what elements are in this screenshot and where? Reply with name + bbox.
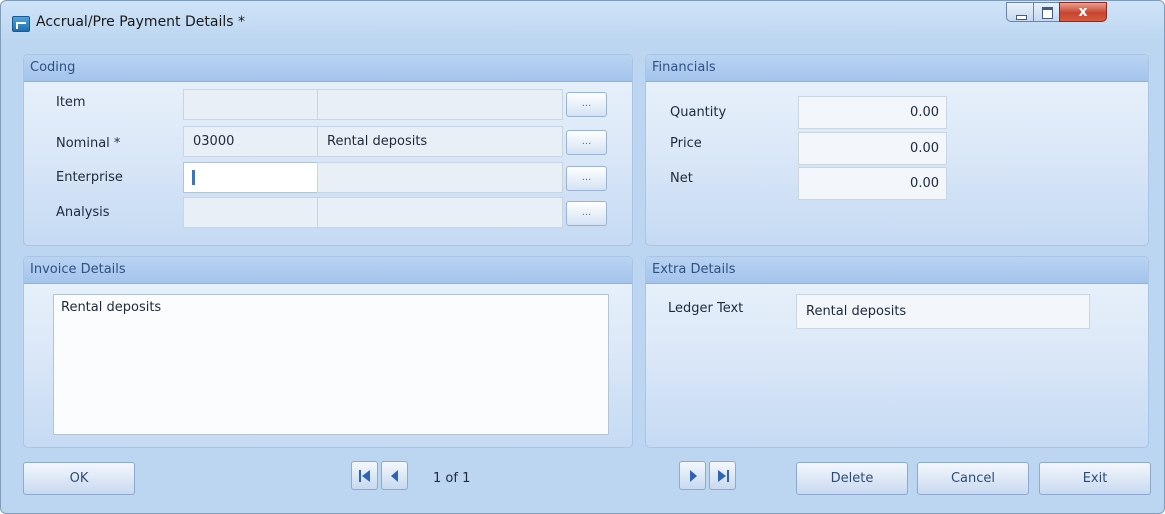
exit-button[interactable]: Exit (1039, 462, 1151, 495)
item-description-field (317, 89, 563, 120)
coding-header: Coding (24, 55, 632, 82)
analysis-code-field[interactable] (183, 197, 318, 228)
invoice-details-panel: Invoice Details Rental deposits (23, 256, 633, 448)
quantity-label: Quantity (670, 105, 727, 120)
window-title: Accrual/Pre Payment Details * (36, 14, 245, 30)
extra-details-header: Extra Details (646, 257, 1148, 284)
nominal-lookup-button[interactable]: ... (566, 130, 607, 155)
price-field[interactable]: 0.00 (798, 132, 947, 165)
last-record-icon (718, 470, 729, 482)
previous-record-icon (391, 470, 398, 482)
analysis-description-field (317, 197, 563, 228)
enterprise-lookup-button[interactable]: ... (566, 166, 607, 191)
minimize-button[interactable] (1006, 2, 1034, 22)
item-lookup-button[interactable]: ... (566, 92, 607, 117)
invoice-details-textarea[interactable]: Rental deposits (53, 294, 609, 435)
invoice-details-header: Invoice Details (24, 257, 632, 284)
analysis-label: Analysis (56, 205, 110, 220)
app-icon (12, 16, 30, 32)
financials-panel: Financials Quantity 0.00 Price 0.00 Net … (645, 54, 1149, 246)
coding-panel: Coding Item ... Nominal * 03000 Rental d… (23, 54, 633, 246)
ok-button[interactable]: OK (23, 462, 135, 495)
previous-record-button[interactable] (381, 461, 408, 490)
delete-button[interactable]: Delete (796, 462, 908, 495)
extra-details-panel: Extra Details Ledger Text Rental deposit… (645, 256, 1149, 448)
nominal-label: Nominal * (56, 136, 121, 151)
item-label: Item (56, 95, 86, 110)
last-record-button[interactable] (709, 461, 736, 490)
maximize-button[interactable] (1033, 2, 1060, 22)
net-label: Net (670, 171, 693, 186)
item-code-field[interactable] (183, 89, 318, 120)
nominal-code-field[interactable]: 03000 (183, 126, 318, 157)
enterprise-code-field[interactable] (183, 162, 318, 193)
next-record-icon (690, 470, 697, 482)
first-record-button[interactable] (351, 461, 378, 490)
close-button[interactable]: x (1059, 2, 1107, 22)
first-record-icon (359, 470, 370, 482)
page-indicator: 1 of 1 (433, 471, 471, 486)
title-bar: Accrual/Pre Payment Details * x (1, 1, 1164, 41)
text-cursor (192, 170, 195, 185)
price-label: Price (670, 136, 702, 151)
accrual-prepayment-window: Accrual/Pre Payment Details * x Coding I… (0, 0, 1165, 514)
nominal-description-field: Rental deposits (317, 126, 563, 157)
enterprise-description-field (317, 162, 563, 193)
cancel-button[interactable]: Cancel (917, 462, 1029, 495)
financials-header: Financials (646, 55, 1148, 82)
net-field[interactable]: 0.00 (798, 167, 947, 200)
enterprise-label: Enterprise (56, 170, 123, 185)
next-record-button[interactable] (679, 461, 706, 490)
analysis-lookup-button[interactable]: ... (566, 201, 607, 226)
ledger-text-field[interactable]: Rental deposits (796, 294, 1090, 329)
quantity-field[interactable]: 0.00 (798, 96, 947, 129)
close-icon: x (1078, 4, 1088, 20)
ledger-text-label: Ledger Text (668, 301, 744, 316)
